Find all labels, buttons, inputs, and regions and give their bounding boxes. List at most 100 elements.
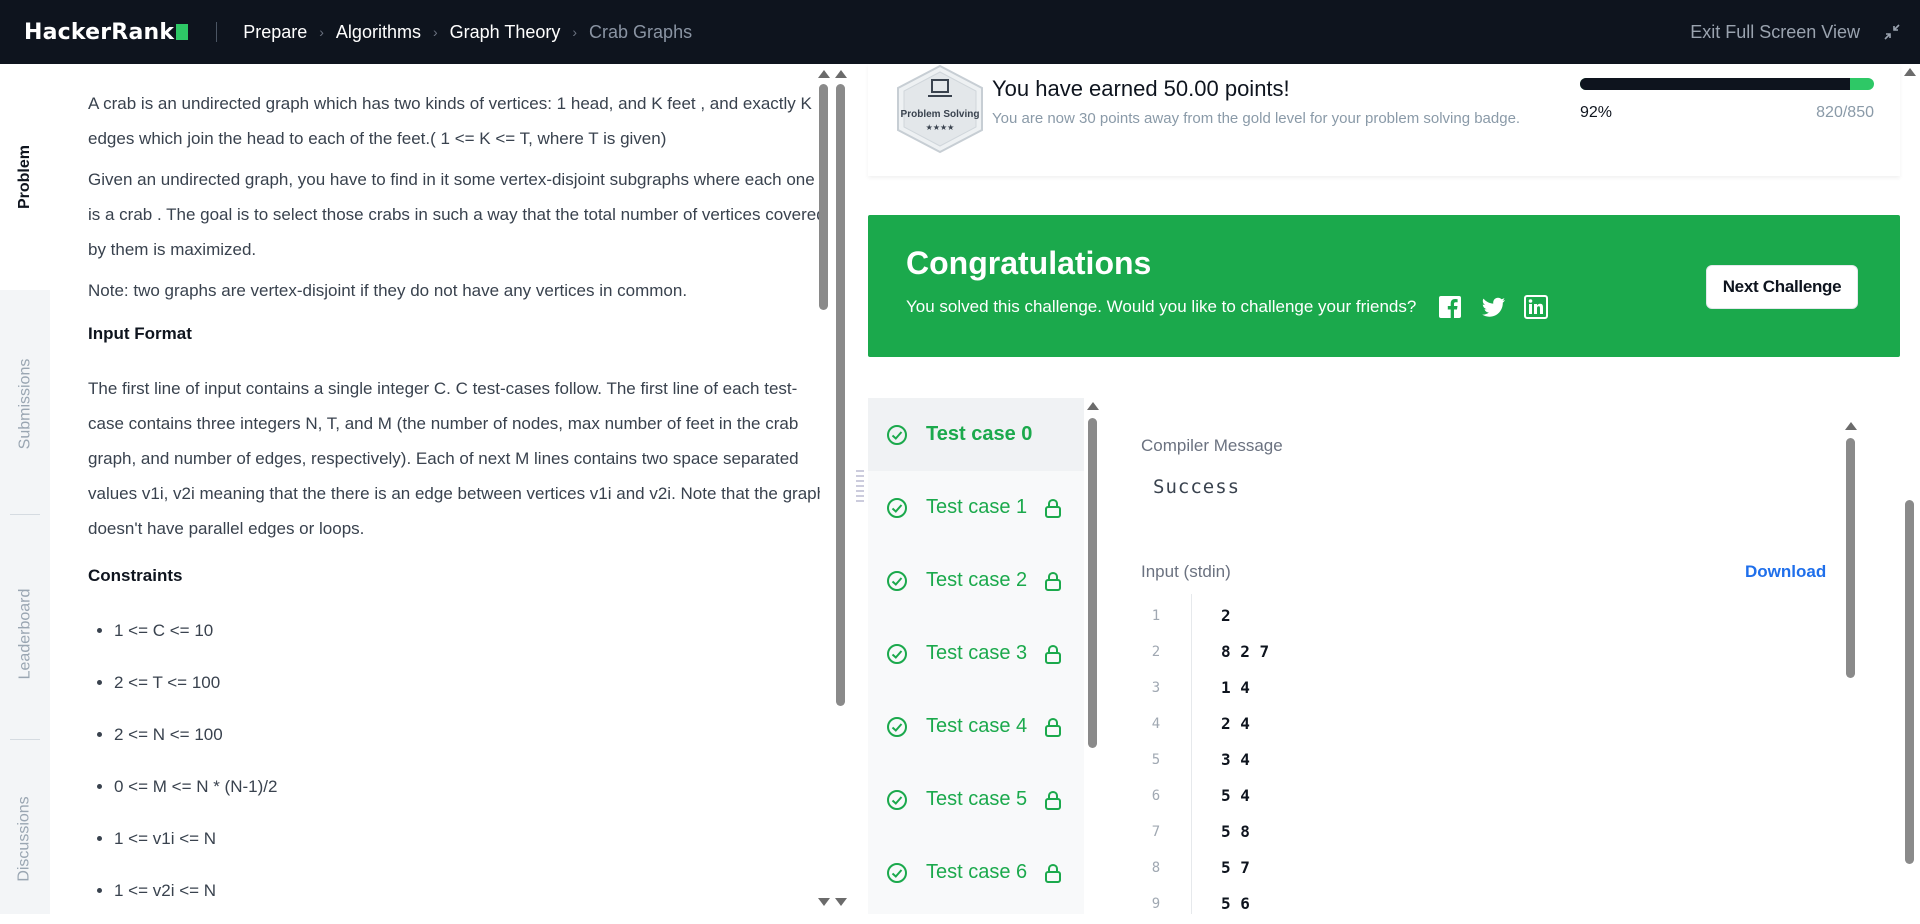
code-line: 3 1 4: [1141, 670, 1741, 706]
congratulations-banner: Congratulations You solved this challeng…: [868, 215, 1900, 357]
scroll-up-arrow[interactable]: [1904, 68, 1916, 76]
badge-progress-bar: [1580, 78, 1874, 90]
test-case-label: Test case 6: [926, 861, 1028, 883]
brand-name: HackerRank: [24, 19, 175, 45]
tab-divider: [10, 739, 40, 740]
check-circle-icon: [887, 643, 907, 664]
test-case-label: Test case 1: [926, 496, 1028, 518]
constraints-heading: Constraints: [88, 566, 183, 585]
congratulations-title: Congratulations: [906, 245, 1152, 281]
line-number: 6: [1151, 788, 1161, 804]
tab-label: Leaderboard: [16, 588, 33, 680]
scrollbar-thumb[interactable]: [1846, 438, 1855, 678]
scrollbar-thumb[interactable]: [836, 84, 845, 706]
constraint-item: 1 <= v1i <= N: [114, 821, 820, 856]
input-format-text: The first line of input contains a singl…: [88, 379, 820, 538]
check-circle-icon: [887, 570, 907, 591]
lock-icon: [1045, 571, 1061, 591]
challenge-friends-message: You solved this challenge. Would you lik…: [906, 297, 1417, 316]
chevron-right-icon: ›: [432, 24, 438, 40]
stdin-label: Input (stdin): [1141, 562, 1231, 581]
scrollbar-thumb[interactable]: [1905, 500, 1914, 864]
constraints-list: 1 <= C <= 10 2 <= T <= 100 2 <= N <= 100…: [88, 613, 820, 908]
test-case-item[interactable]: Test case 0: [868, 398, 1084, 471]
lock-icon: [1045, 863, 1061, 883]
points-earned-subtitle: You are now 30 points away from the gold…: [992, 110, 1521, 127]
test-case-label: Test case 5: [926, 788, 1028, 810]
lock-icon: [1045, 644, 1061, 664]
test-case-label: Test case 3: [926, 642, 1028, 664]
code-line: 7 5 8: [1141, 814, 1741, 850]
code-line: 6 5 4: [1141, 778, 1741, 814]
code-line: 5 3 4: [1141, 742, 1741, 778]
test-case-label: Test case 2: [926, 569, 1028, 591]
breadcrumb-graph-theory[interactable]: Graph Theory: [450, 22, 561, 43]
tab-label: Problem: [16, 144, 34, 210]
scroll-up-arrow[interactable]: [1087, 402, 1099, 410]
constraint-item: 1 <= v2i <= N: [114, 873, 820, 908]
output-panel: Compiler Message Success Input (stdin) D…: [1112, 398, 1852, 914]
breadcrumb-current: Crab Graphs: [589, 21, 693, 42]
test-case-item[interactable]: Test case 6: [868, 836, 1084, 909]
test-case-item[interactable]: Test case 5: [868, 763, 1084, 836]
scroll-up-arrow[interactable]: [1845, 422, 1857, 430]
facebook-icon[interactable]: [1438, 295, 1462, 319]
line-content: 8 2 7: [1221, 642, 1270, 661]
next-challenge-button[interactable]: Next Challenge: [1706, 265, 1858, 309]
line-number: 4: [1151, 716, 1161, 732]
test-case-item[interactable]: Test case 4: [868, 690, 1084, 763]
panel-resize-handle[interactable]: [856, 470, 864, 510]
tab-discussions[interactable]: Discussions: [0, 754, 50, 924]
line-content: 5 6: [1221, 894, 1250, 913]
hackerrank-logo[interactable]: HackerRank: [24, 19, 189, 45]
points-earned-title: You have earned 50.00 points!: [992, 76, 1290, 101]
scrollbar-thumb[interactable]: [1088, 418, 1097, 748]
constraint-item: 2 <= N <= 100: [114, 717, 820, 752]
exit-fullscreen-link[interactable]: Exit Full Screen View: [1690, 22, 1860, 43]
code-line: 9 5 6: [1141, 886, 1741, 922]
scroll-down-arrow[interactable]: [818, 898, 830, 906]
breadcrumb-prepare[interactable]: Prepare: [243, 22, 307, 43]
progress-points: 820/850: [1816, 104, 1874, 121]
vertical-tabs: Problem Submissions Leaderboard Discussi…: [0, 64, 50, 914]
code-line: 8 5 7: [1141, 850, 1741, 886]
line-number: 2: [1151, 644, 1161, 660]
scroll-down-arrow[interactable]: [835, 898, 847, 906]
check-circle-icon: [887, 789, 907, 810]
tab-problem[interactable]: Problem: [0, 64, 50, 290]
test-case-item[interactable]: Test case 2: [868, 544, 1084, 617]
collapse-icon[interactable]: [1882, 22, 1902, 42]
line-number: 9: [1151, 896, 1161, 912]
badge-stars: ★★★★: [926, 123, 955, 132]
test-case-item[interactable]: Test case 3: [868, 617, 1084, 690]
line-content: 5 4: [1221, 786, 1250, 805]
tab-divider: [10, 514, 40, 515]
lock-icon: [1045, 498, 1061, 518]
twitter-icon[interactable]: [1482, 295, 1506, 319]
constraint-item: 0 <= M <= N * (N-1)/2: [114, 769, 820, 804]
test-case-item[interactable]: Test case 1: [868, 471, 1084, 544]
check-circle-icon: [887, 497, 907, 518]
scroll-up-arrow[interactable]: [818, 70, 830, 78]
test-case-label: Test case 4: [926, 715, 1028, 737]
linkedin-icon[interactable]: [1524, 295, 1548, 319]
tab-label: Submissions: [16, 358, 34, 450]
problem-paragraph: Given an undirected graph, you have to f…: [88, 170, 820, 259]
badge-label: Problem Solving: [901, 109, 980, 120]
breadcrumb-algorithms[interactable]: Algorithms: [336, 22, 421, 43]
chevron-right-icon: ›: [319, 24, 324, 40]
line-number: 8: [1151, 860, 1161, 876]
download-link[interactable]: Download: [1745, 562, 1826, 582]
line-number: 3: [1151, 680, 1161, 696]
lock-icon: [1045, 790, 1061, 810]
scrollbar-thumb[interactable]: [819, 84, 828, 310]
check-circle-icon: [887, 862, 907, 883]
logo-square-icon: [176, 24, 189, 40]
code-line: 12: [1141, 598, 1741, 634]
input-format-heading: Input Format: [88, 324, 192, 343]
tab-leaderboard[interactable]: Leaderboard: [0, 534, 50, 734]
line-number: 1: [1151, 608, 1161, 624]
scroll-up-arrow[interactable]: [835, 70, 847, 78]
line-content: 5 8: [1221, 822, 1250, 841]
tab-submissions[interactable]: Submissions: [0, 304, 50, 504]
